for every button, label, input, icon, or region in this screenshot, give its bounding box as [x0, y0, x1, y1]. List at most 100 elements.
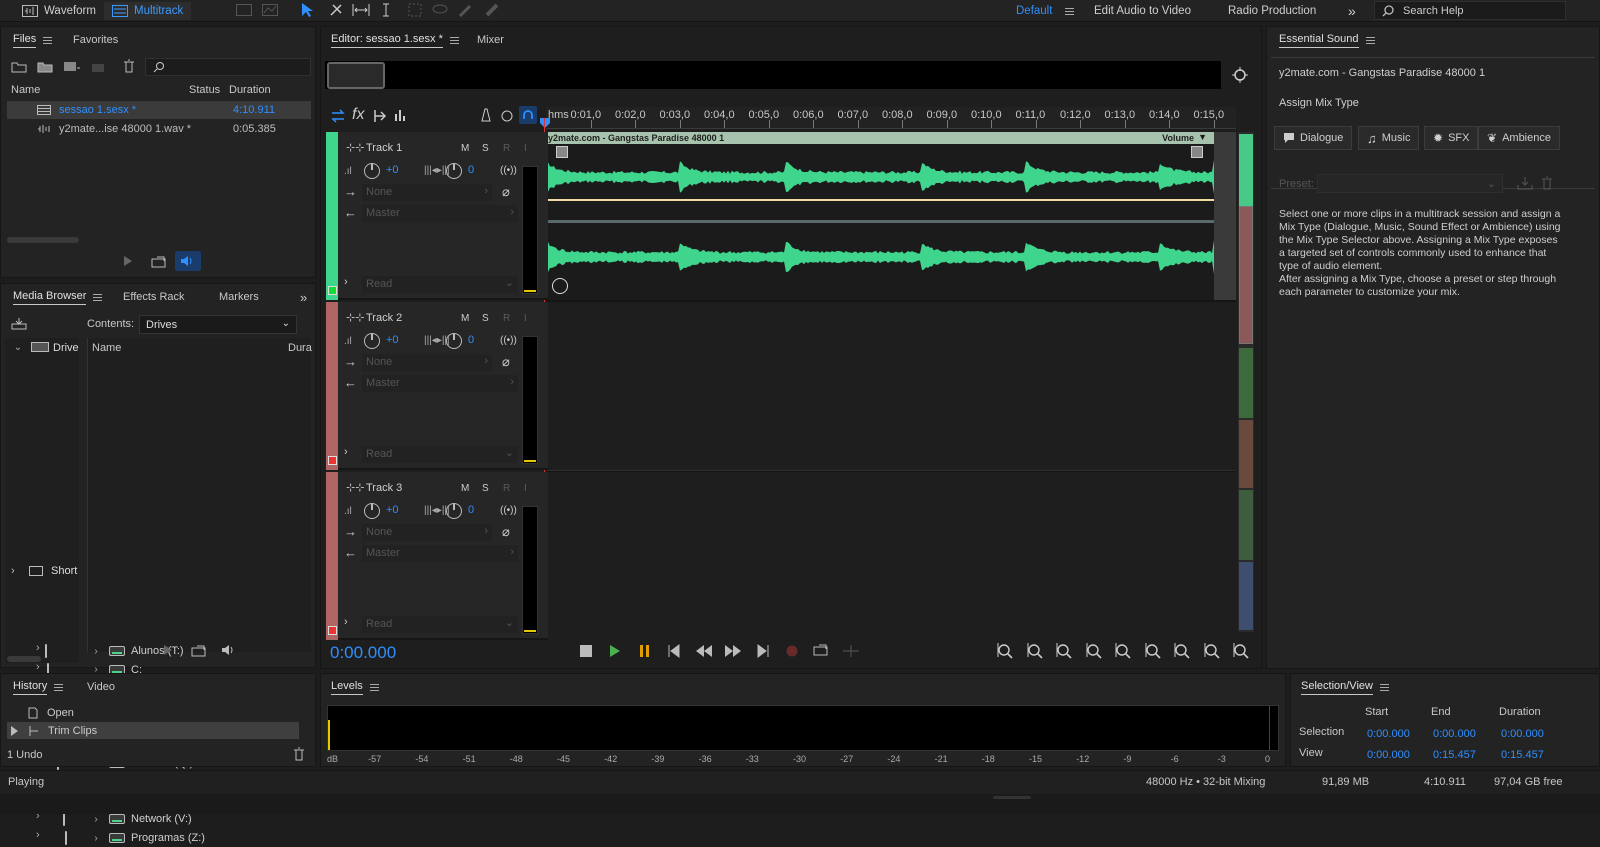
- tab-markers[interactable]: Markers: [219, 284, 259, 310]
- chevron-right-icon[interactable]: ›: [91, 833, 101, 844]
- expand-automation-icon[interactable]: ›: [344, 276, 348, 288]
- tab-media-browser[interactable]: Media Browser: [13, 284, 103, 310]
- lasso-tool-icon[interactable]: [432, 3, 448, 17]
- files-scrollbar[interactable]: [7, 237, 79, 243]
- volume-value[interactable]: +0: [386, 334, 399, 346]
- audio-clip[interactable]: y2mate.com - Gangstas Paradise 48000 1 V…: [546, 132, 1214, 300]
- chevron-right-icon[interactable]: ›: [36, 661, 40, 673]
- tab-levels[interactable]: Levels: [331, 674, 379, 700]
- volume-value[interactable]: +0: [386, 164, 399, 176]
- zoom-in-amplitude-icon[interactable]: [996, 642, 1014, 660]
- view-end[interactable]: 0:15.457: [1433, 749, 1476, 761]
- effects-icon[interactable]: fx: [352, 106, 364, 124]
- tracks-area[interactable]: y2mate.com - Gangstas Paradise 48000 1 V…: [544, 118, 1236, 632]
- sfx-button[interactable]: ✹ SFX: [1424, 126, 1479, 150]
- pan-knob[interactable]: [446, 333, 462, 349]
- workspace-default[interactable]: Default: [1008, 2, 1082, 20]
- tab-history[interactable]: History: [13, 674, 64, 700]
- go-to-start-button[interactable]: [667, 644, 681, 658]
- track-header[interactable]: ⊹⊹ Track 2 M S R I .ıl +0 |||◂▸||| 0 ((•)) → None › ⌀ ←…: [326, 302, 548, 470]
- pan-value[interactable]: 0: [468, 334, 474, 346]
- fast-forward-button[interactable]: [724, 644, 742, 658]
- nav-viewport[interactable]: [1239, 206, 1253, 344]
- track-name[interactable]: Track 1: [366, 142, 402, 154]
- history-item[interactable]: Open: [7, 704, 299, 721]
- solo-button[interactable]: S: [482, 143, 489, 154]
- save-preset-icon[interactable]: [1517, 176, 1533, 190]
- overview-bar[interactable]: [325, 61, 1221, 89]
- stereo-icon[interactable]: ((•)): [500, 505, 517, 516]
- track-name[interactable]: Track 3: [366, 482, 402, 494]
- expand-automation-icon[interactable]: ›: [344, 446, 348, 458]
- monitor-input-button[interactable]: I: [524, 483, 527, 494]
- tab-favorites[interactable]: Favorites: [73, 27, 118, 53]
- selection-end[interactable]: 0:00.000: [1433, 728, 1476, 740]
- chevron-right-icon[interactable]: ›: [36, 829, 40, 841]
- skip-selection-button[interactable]: [842, 644, 860, 658]
- tab-files[interactable]: Files: [13, 27, 53, 53]
- mute-button[interactable]: M: [461, 143, 469, 154]
- stereo-icon[interactable]: ((•)): [500, 165, 517, 176]
- workspace-radio-production[interactable]: Radio Production: [1220, 2, 1324, 20]
- input-select[interactable]: None ›: [362, 354, 492, 371]
- panel-menu-icon[interactable]: [54, 683, 64, 691]
- panel-menu-icon[interactable]: [1379, 683, 1389, 691]
- mute-button[interactable]: M: [461, 313, 469, 324]
- play-icon[interactable]: [123, 255, 133, 267]
- dialogue-button[interactable]: Dialogue: [1274, 126, 1353, 150]
- track-select-checkbox[interactable]: [328, 456, 337, 465]
- track-color-navigator[interactable]: [1238, 132, 1254, 632]
- history-item[interactable]: Trim Clips: [7, 722, 299, 739]
- panel-menu-icon[interactable]: [449, 36, 459, 44]
- pan-knob[interactable]: [446, 503, 462, 519]
- import-file-icon[interactable]: [37, 60, 55, 73]
- zoom-in-point-icon[interactable]: [1144, 642, 1162, 660]
- tab-video[interactable]: Video: [87, 674, 115, 700]
- col-name[interactable]: Name: [11, 84, 189, 96]
- col-name[interactable]: Name: [92, 342, 121, 354]
- tab-selection-view[interactable]: Selection/View: [1301, 674, 1389, 700]
- workspace-menu-icon[interactable]: [1065, 7, 1075, 15]
- playhead-icon[interactable]: [539, 117, 551, 129]
- track-select-checkbox[interactable]: [328, 626, 337, 635]
- slip-tool-icon[interactable]: [352, 3, 370, 17]
- stereo-icon[interactable]: ((•)): [500, 335, 517, 346]
- eq-icon[interactable]: [394, 108, 408, 122]
- automation-mode-select[interactable]: Read ⌄: [362, 276, 518, 293]
- zoom-tracks-icon[interactable]: [1232, 642, 1250, 660]
- mute-button[interactable]: M: [461, 483, 469, 494]
- clip-header[interactable]: y2mate.com - Gangstas Paradise 48000 1 V…: [546, 132, 1214, 144]
- loop-playback-button[interactable]: [813, 643, 829, 657]
- time-display[interactable]: 0:00.000: [330, 643, 396, 663]
- more-workspaces-button[interactable]: »: [1340, 2, 1364, 20]
- volume-knob[interactable]: [364, 333, 380, 349]
- search-help-field[interactable]: Search Help: [1374, 1, 1566, 20]
- pan-value[interactable]: 0: [468, 164, 474, 176]
- loop-icon[interactable]: [151, 255, 167, 268]
- output-select[interactable]: Master ›: [362, 545, 518, 562]
- arm-record-button[interactable]: R: [503, 483, 510, 494]
- automation-mode-select[interactable]: Read ⌄: [362, 446, 518, 463]
- zoom-selection-icon[interactable]: [1203, 642, 1221, 660]
- track-select-checkbox[interactable]: [328, 286, 337, 295]
- tab-essential-sound[interactable]: Essential Sound: [1279, 27, 1375, 53]
- open-file-icon[interactable]: [11, 60, 27, 73]
- panel-menu-icon[interactable]: [1365, 36, 1375, 44]
- tab-effects-rack[interactable]: Effects Rack: [123, 284, 185, 310]
- ambience-button[interactable]: ❦ Ambience: [1478, 126, 1560, 150]
- pause-button[interactable]: [639, 644, 651, 658]
- workspace-edit-audio-video[interactable]: Edit Audio to Video: [1086, 2, 1199, 20]
- arm-record-button[interactable]: R: [503, 313, 510, 324]
- music-button[interactable]: ♫ Music: [1358, 126, 1420, 150]
- track-color-strip[interactable]: [326, 302, 338, 470]
- arm-record-button[interactable]: R: [503, 143, 510, 154]
- time-selection-tool-icon[interactable]: [381, 3, 391, 17]
- input-select[interactable]: None ›: [362, 184, 492, 201]
- panel-menu-icon[interactable]: [369, 683, 379, 691]
- fade-in-handle[interactable]: [556, 146, 568, 158]
- chevron-down-icon[interactable]: ⌄: [13, 342, 23, 353]
- fade-out-handle[interactable]: [1191, 146, 1203, 158]
- marquee-tool-icon[interactable]: [408, 3, 422, 17]
- output-select[interactable]: Master ›: [362, 205, 518, 222]
- track-color-strip[interactable]: [326, 132, 338, 300]
